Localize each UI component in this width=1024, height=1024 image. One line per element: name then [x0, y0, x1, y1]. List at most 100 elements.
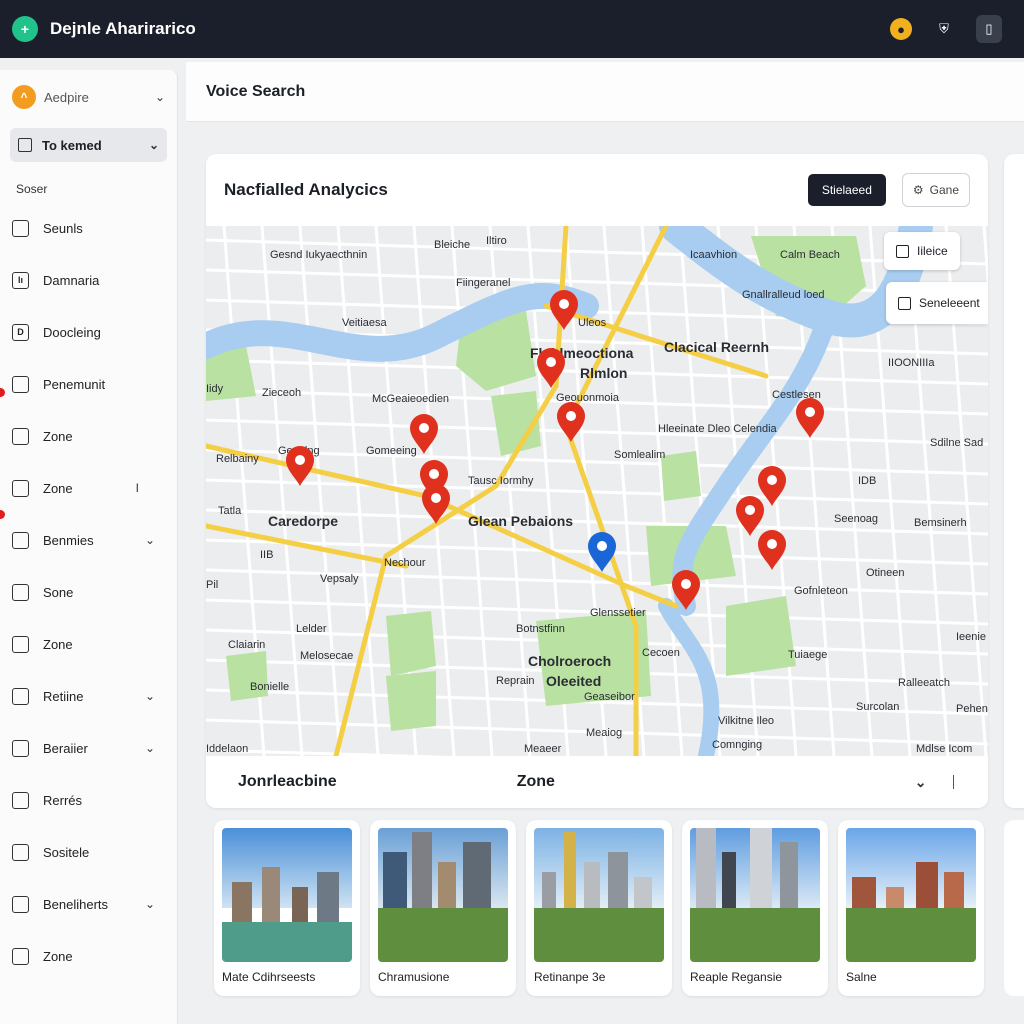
- menu-item-icon: [12, 219, 29, 237]
- sidebar-item-label: Doocleing: [43, 324, 101, 340]
- chevron-down-icon[interactable]: ⌄: [915, 774, 927, 791]
- secondary-button-label: Gane: [929, 183, 959, 197]
- gear-icon: ⚙: [912, 183, 924, 197]
- thumbnail-card[interactable]: Mate Cdihrseests: [214, 820, 360, 996]
- menu-item-icon: [12, 687, 29, 705]
- map-label: Sdilne Sad: [930, 437, 983, 449]
- sidebar: ^ Aedpire ⌄ To kemed ⌄ Soser Seunls lı Dam…: [0, 70, 178, 1024]
- map-label: Glean Pebaions: [468, 513, 573, 529]
- menu-item-icon: [12, 375, 29, 393]
- menu-item-icon: [12, 479, 29, 497]
- chevron-down-icon: ⌄: [144, 897, 155, 911]
- thumbnail-card[interactable]: Retinanpe 3e: [526, 820, 672, 996]
- map-canvas[interactable]: Gesnd Iukyaecthnin Bleiche Iltiro Icaavhion…: [206, 226, 988, 756]
- map-label: Gomeeing: [366, 445, 417, 457]
- map-label: Ralleeatch: [898, 677, 950, 689]
- thumbnail-caption: Mate Cdihrseests: [222, 970, 316, 984]
- shield-icon[interactable]: ⛨: [932, 17, 956, 41]
- map-control-layers[interactable]: Iileice: [884, 232, 960, 270]
- menu-item-icon: [12, 635, 29, 653]
- sidebar-items: Seunls lı Damnaria D Doocleing Penemunit Zone Z…: [0, 202, 177, 982]
- map-label: IIOONIIIa: [888, 357, 935, 369]
- bell-badge-icon[interactable]: ●: [890, 18, 912, 40]
- map-label: Rlmlon: [580, 365, 627, 381]
- sidebar-item[interactable]: Zone I: [0, 462, 177, 514]
- menu-item-icon: [12, 739, 29, 757]
- menu-item-icon: [12, 791, 29, 809]
- avatar: ^: [12, 85, 36, 109]
- page-title: Voice Search: [206, 82, 306, 100]
- sidebar-item[interactable]: Seunls: [0, 202, 177, 254]
- device-icon[interactable]: ▯: [976, 15, 1002, 43]
- sidebar-item[interactable]: lı Damnaria: [0, 254, 177, 306]
- thumbnail-caption: Salne: [846, 970, 877, 984]
- map-label: Geouonmoia: [556, 392, 620, 404]
- sidebar-section-label: Soser: [16, 182, 48, 196]
- map-label: Vepsaly: [320, 573, 359, 585]
- thumbnail-strip: Mate Cdihrseests Chramusione Retinanpe 3e R…: [214, 820, 984, 996]
- sidebar-item[interactable]: Penemunit: [0, 358, 177, 410]
- sidebar-account-label: Aedpire: [44, 89, 89, 105]
- map-label: IDB: [858, 475, 876, 487]
- analytics-card: Nacfialled Analycics Stielaeed ⚙ Gane Ge…: [206, 154, 988, 808]
- map-label: Botnstfinn: [516, 623, 565, 635]
- map-label: Zieceoh: [262, 387, 301, 399]
- sidebar-item[interactable]: Beneliherts ⌄: [0, 878, 177, 930]
- card-header: Nacfialled Analycics Stielaeed ⚙ Gane: [206, 154, 988, 226]
- sidebar-account[interactable]: ^ Aedpire ⌄: [0, 70, 177, 124]
- sidebar-item-trailing: I: [135, 481, 139, 495]
- thumbnail-card[interactable]: Chramusione: [370, 820, 516, 996]
- thumbnail-image: [222, 828, 352, 962]
- primary-button[interactable]: Stielaeed: [807, 174, 886, 206]
- app-logo-icon[interactable]: +: [12, 16, 38, 42]
- map-control-select[interactable]: Seneleeent: [886, 282, 988, 324]
- map-label: Meaiog: [586, 727, 622, 739]
- map-label: Bleiche: [434, 239, 470, 251]
- sidebar-item[interactable]: Zone: [0, 930, 177, 982]
- sidebar-item[interactable]: Sositele: [0, 826, 177, 878]
- sidebar-item-label: Zone: [43, 948, 73, 964]
- secondary-button[interactable]: ⚙ Gane: [901, 173, 970, 207]
- map-control-label: Iileice: [917, 244, 948, 258]
- map-label: Cecoen: [642, 647, 680, 659]
- sidebar-item-label: Zone: [43, 480, 73, 496]
- thumbnail-image: [534, 828, 664, 962]
- map-label: Pil: [206, 579, 218, 591]
- page-header: Voice Search: [186, 62, 1024, 122]
- thumbnail-card[interactable]: Salne: [838, 820, 984, 996]
- thumbnail-card[interactable]: Reaple Regansie: [682, 820, 828, 996]
- sidebar-item[interactable]: D Doocleing: [0, 306, 177, 358]
- map-label: Surcolan: [856, 701, 899, 713]
- top-actions: ● ⛨ ▯: [890, 15, 1002, 43]
- sidebar-item[interactable]: Sone: [0, 566, 177, 618]
- map-label: McGeaieoedien: [372, 393, 449, 405]
- thumbnail-image: [846, 828, 976, 962]
- thumbnail-caption: Reaple Regansie: [690, 970, 783, 984]
- sidebar-item[interactable]: Benmies ⌄: [0, 510, 177, 566]
- menu-item-icon: [12, 531, 29, 549]
- card-title: Nacfialled Analycics: [224, 180, 388, 199]
- sidebar-item-label: Sone: [43, 584, 74, 600]
- sidebar-item[interactable]: Zone: [0, 618, 177, 670]
- chevron-down-icon: ⌄: [144, 689, 155, 703]
- divider: [952, 775, 954, 789]
- right-panel: [1004, 154, 1024, 808]
- sidebar-item[interactable]: Retiine ⌄: [0, 670, 177, 722]
- app-title: Dejnle Aharirarico: [50, 19, 196, 38]
- sidebar-item[interactable]: Beraiier ⌄: [0, 722, 177, 774]
- sidebar-item-label: Retiine: [43, 688, 84, 704]
- sidebar-item[interactable]: Zone: [0, 388, 177, 462]
- map-label: Iddelaon: [206, 743, 248, 755]
- map-label: Clacical Reernh: [664, 339, 769, 355]
- sidebar-select[interactable]: To kemed ⌄: [10, 128, 167, 162]
- sidebar-item[interactable]: Rerrés: [0, 774, 177, 826]
- menu-item-icon: [12, 583, 29, 601]
- map-label: Lelder: [296, 623, 327, 635]
- thumbnail-caption: Retinanpe 3e: [534, 970, 606, 984]
- map-view[interactable]: Gesnd Iukyaecthnin Bleiche Iltiro Icaavhion…: [206, 226, 988, 756]
- map-label: Calm Beach: [780, 249, 840, 261]
- sidebar-item-label: Penemunit: [43, 376, 106, 392]
- map-label: Somlealim: [614, 449, 665, 461]
- chevron-down-icon: ⌄: [148, 138, 159, 152]
- footer-zone-label: Zone: [516, 773, 555, 790]
